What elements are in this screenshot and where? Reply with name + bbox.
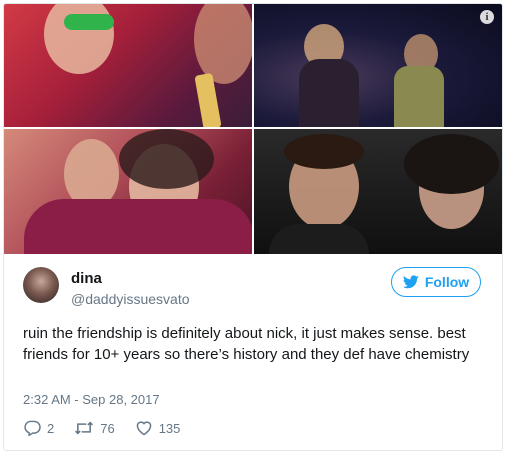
media-photo-2[interactable]: i [254,4,502,127]
retweet-button[interactable]: 76 [74,420,115,436]
media-photo-3[interactable] [4,129,252,254]
heart-icon [136,421,151,436]
reply-icon [24,420,41,436]
retweet-icon [75,421,94,435]
media-photo-4[interactable] [254,129,502,254]
media-grid[interactable]: i [4,4,502,254]
like-button[interactable]: 135 [135,420,181,436]
twitter-bird-icon [402,275,419,289]
like-count: 135 [158,420,181,436]
tweet-text: ruin the friendship is definitely about … [23,325,470,363]
reply-count: 2 [47,420,55,436]
follow-button[interactable]: Follow [391,267,481,297]
tweet-timestamp[interactable]: 2:32 AM - Sep 28, 2017 [23,392,160,407]
avatar[interactable] [23,267,59,303]
reply-button[interactable]: 2 [23,420,54,436]
author-handle[interactable]: @daddyissuesvato [71,291,190,307]
follow-label: Follow [424,274,470,290]
tweet-card: i dina @daddyissuesvato Follow ruin the … [3,3,503,451]
author-name[interactable]: dina [71,270,102,287]
retweet-count: 76 [100,420,115,436]
tweet-actions: 2 76 135 [23,420,200,436]
media-photo-1[interactable] [4,4,252,127]
info-icon[interactable]: i [480,10,494,24]
